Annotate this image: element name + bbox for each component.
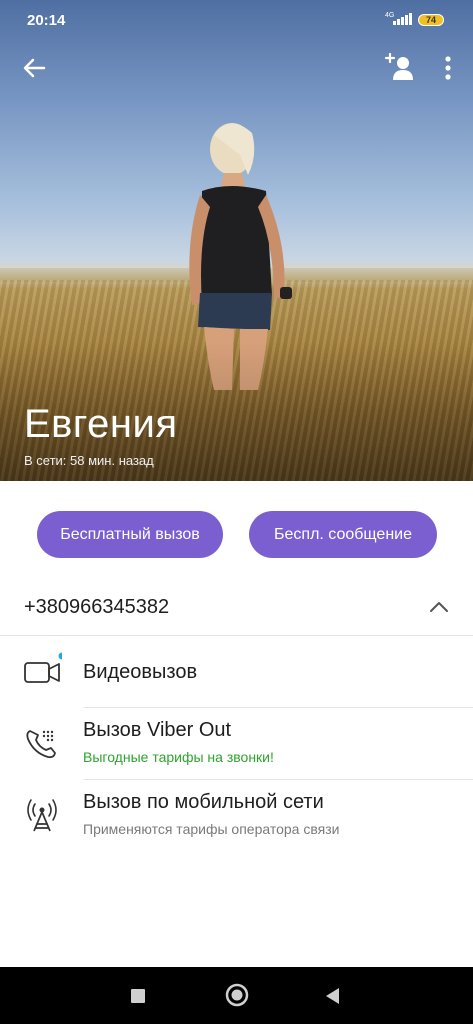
contact-name: Евгения (24, 402, 178, 446)
system-nav-bar (0, 967, 473, 1024)
more-options-button[interactable] (436, 52, 460, 84)
signal-icon (393, 13, 412, 25)
video-call-option[interactable]: Видеовызов (0, 636, 473, 708)
viber-out-option[interactable]: Вызов Viber Out Выгодные тарифы на звонк… (0, 708, 473, 779)
mobile-call-subtitle: Применяются тарифы оператора связи (83, 821, 340, 837)
phone-number: +380966345382 (24, 596, 170, 618)
back-nav-icon[interactable] (323, 986, 341, 1006)
status-time: 20:14 (27, 12, 66, 29)
recent-apps-icon[interactable] (130, 988, 146, 1004)
viber-out-title: Вызов Viber Out (83, 719, 232, 741)
back-button[interactable] (18, 52, 50, 84)
chevron-up-icon[interactable] (428, 600, 450, 614)
notification-dot (58, 652, 62, 660)
mobile-call-option[interactable]: Вызов по мобильной сети Применяются тари… (0, 780, 473, 852)
mobile-call-title: Вызов по мобильной сети (83, 791, 324, 813)
video-call-title: Видеовызов (83, 661, 198, 683)
add-contact-button[interactable] (384, 50, 418, 84)
phone-viber-out-icon (26, 730, 56, 759)
cell-tower-icon (27, 799, 57, 832)
contact-online-status: В сети: 58 мин. назад (24, 453, 154, 468)
add-person-icon (384, 52, 413, 80)
video-camera-icon (24, 652, 62, 683)
free-call-button[interactable]: Бесплатный вызов (37, 511, 223, 558)
arrow-left-icon (23, 58, 46, 78)
more-vertical-icon (445, 56, 451, 80)
home-icon[interactable] (225, 983, 249, 1007)
battery-icon: 74 (418, 14, 444, 26)
phone-number-row[interactable]: +380966345382 (0, 580, 473, 636)
status-bar: 20:14 4G 74 (0, 0, 473, 40)
free-message-button[interactable]: Беспл. сообщение (249, 511, 437, 558)
viber-out-promo: Выгодные тарифы на звонки! (83, 749, 274, 765)
